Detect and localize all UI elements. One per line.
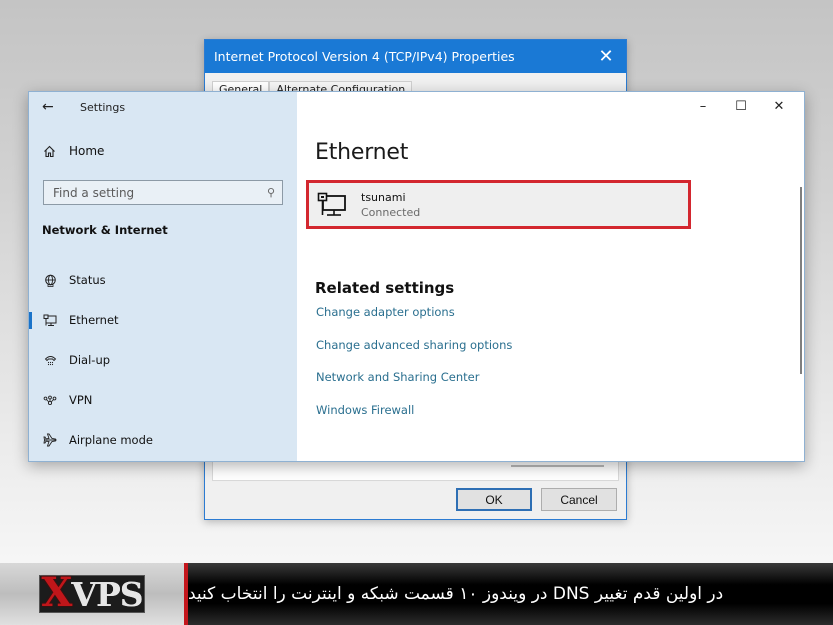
scrollbar[interactable] (800, 187, 802, 374)
airplane-icon (43, 433, 57, 447)
sidebar-item-label: Airplane mode (69, 433, 153, 447)
sidebar-item-ethernet[interactable]: Ethernet (29, 300, 297, 340)
globe-status-icon (43, 273, 57, 287)
xvps-logo: X VPS (39, 569, 145, 616)
ethernet-icon (43, 313, 57, 327)
sidebar-nav: Status Ethernet Dial-up VPN Airplane mod… (29, 260, 297, 460)
caption-banner: X VPS در اولین قدم تغییر DNS در ویندوز ۱… (0, 563, 833, 625)
window-controls: – ☐ ✕ (684, 96, 798, 116)
logo-vps: VPS (71, 574, 143, 614)
related-settings-links: Change adapter options Change advanced s… (316, 305, 512, 435)
cancel-button[interactable]: Cancel (541, 488, 617, 511)
ipv4-dialog-title: Internet Protocol Version 4 (TCP/IPv4) P… (214, 49, 515, 64)
maximize-icon[interactable]: ☐ (722, 96, 760, 116)
sidebar-item-label: Dial-up (69, 353, 111, 367)
settings-content: – ☐ ✕ Ethernet tsunami Connected Related… (297, 92, 804, 461)
sidebar-item-airplane-mode[interactable]: Airplane mode (29, 420, 297, 460)
search-input[interactable] (53, 185, 253, 200)
back-arrow-icon[interactable]: ← (42, 99, 62, 115)
connection-text: tsunami Connected (361, 191, 420, 219)
sidebar-item-home[interactable]: Home (43, 144, 104, 158)
phone-icon (43, 353, 57, 367)
banner-caption: در اولین قدم تغییر DNS در ویندوز ۱۰ قسمت… (188, 563, 833, 625)
ethernet-connection-card[interactable]: tsunami Connected (306, 180, 691, 229)
search-icon[interactable]: ⚲ (267, 186, 275, 199)
close-window-icon[interactable]: ✕ (760, 96, 798, 116)
ok-button[interactable]: OK (456, 488, 532, 511)
link-change-adapter-options[interactable]: Change adapter options (316, 305, 512, 338)
home-label: Home (69, 144, 105, 158)
sidebar-item-label: Status (69, 273, 106, 287)
settings-header: ← Settings (42, 99, 125, 115)
minimize-icon[interactable]: – (684, 96, 722, 116)
section-title: Network & Internet (42, 223, 168, 237)
search-box[interactable]: ⚲ (43, 180, 283, 205)
link-change-advanced-sharing[interactable]: Change advanced sharing options (316, 338, 512, 371)
page-title: Ethernet (315, 140, 409, 165)
close-icon[interactable]: ✕ (596, 47, 616, 66)
sidebar-item-label: Ethernet (69, 313, 119, 327)
sidebar-item-label: VPN (69, 393, 93, 407)
logo-area: X VPS (0, 563, 184, 625)
connection-name: tsunami (361, 190, 406, 204)
settings-window: ← Settings Home ⚲ Network & Internet Sta… (28, 91, 805, 462)
sidebar-item-dial-up[interactable]: Dial-up (29, 340, 297, 380)
ipv4-titlebar: Internet Protocol Version 4 (TCP/IPv4) P… (205, 40, 626, 73)
related-settings-title: Related settings (315, 279, 455, 297)
vpn-icon (43, 393, 57, 407)
sidebar-item-vpn[interactable]: VPN (29, 380, 297, 420)
logo-x: X (41, 569, 72, 616)
home-icon (43, 145, 57, 158)
ethernet-adapter-icon (317, 192, 349, 218)
link-windows-firewall[interactable]: Windows Firewall (316, 403, 512, 436)
sidebar-item-status[interactable]: Status (29, 260, 297, 300)
link-network-sharing-center[interactable]: Network and Sharing Center (316, 370, 512, 403)
advanced-button-edge[interactable] (511, 463, 604, 467)
settings-window-title: Settings (80, 100, 126, 114)
settings-sidebar: ← Settings Home ⚲ Network & Internet Sta… (29, 92, 297, 461)
connection-status: Connected (361, 205, 421, 219)
